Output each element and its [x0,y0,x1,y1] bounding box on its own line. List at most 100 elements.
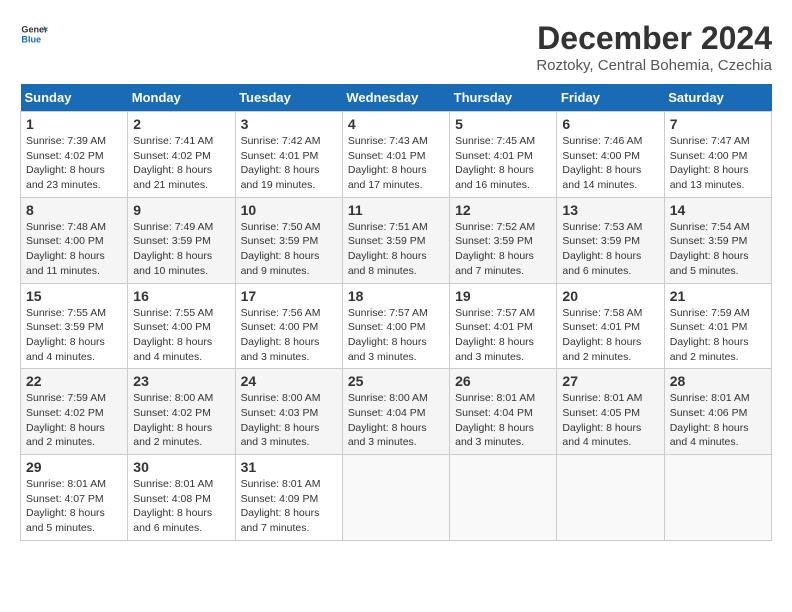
calendar-cell: 20Sunrise: 7:58 AMSunset: 4:01 PMDayligh… [557,283,664,369]
day-detail: Sunrise: 7:57 AMSunset: 4:01 PMDaylight:… [455,307,535,363]
day-number: 24 [241,373,337,389]
calendar-cell: 11 Sunrise: 7:51 AMSunset: 3:59 PMDayligh… [342,197,449,283]
header-tuesday: Tuesday [235,84,342,112]
day-detail: Sunrise: 7:59 AMSunset: 4:01 PMDaylight:… [670,307,750,363]
day-detail: Sunrise: 7:54 AMSunset: 3:59 PMDaylight:… [670,221,750,277]
day-number: 25 [348,373,444,389]
day-detail: Sunrise: 7:58 AMSunset: 4:01 PMDaylight:… [562,307,642,363]
day-detail: Sunrise: 8:01 AMSunset: 4:07 PMDaylight:… [26,478,106,534]
calendar-cell: 13 Sunrise: 7:53 AMSunset: 3:59 PMDayligh… [557,197,664,283]
calendar-table: Sunday Monday Tuesday Wednesday Thursday… [20,84,772,541]
day-detail: Sunrise: 7:48 AMSunset: 4:00 PMDaylight:… [26,221,106,277]
calendar-cell: 9Sunrise: 7:49 AMSunset: 3:59 PMDaylight… [128,197,235,283]
day-detail: Sunrise: 7:51 AMSunset: 3:59 PMDaylight:… [348,221,428,277]
calendar-cell: 5 Sunrise: 7:45 AMSunset: 4:01 PMDaylight… [450,112,557,198]
day-number: 19 [455,288,551,304]
day-number: 26 [455,373,551,389]
day-detail: Sunrise: 7:46 AMSunset: 4:00 PMDaylight:… [562,135,642,191]
day-number: 10 [241,202,337,218]
location-subtitle: Roztoky, Central Bohemia, Czechia [536,57,772,74]
day-detail: Sunrise: 7:55 AMSunset: 4:00 PMDaylight:… [133,307,213,363]
calendar-cell: 19 Sunrise: 7:57 AMSunset: 4:01 PMDayligh… [450,283,557,369]
day-number: 6 [562,116,658,132]
day-detail: Sunrise: 7:53 AMSunset: 3:59 PMDaylight:… [562,221,642,277]
day-detail: Sunrise: 7:55 AMSunset: 3:59 PMDaylight:… [26,307,106,363]
day-detail: Sunrise: 8:01 AMSunset: 4:04 PMDaylight:… [455,392,535,448]
calendar-cell: 7 Sunrise: 7:47 AMSunset: 4:00 PMDaylight… [664,112,771,198]
day-detail: Sunrise: 7:42 AMSunset: 4:01 PMDaylight:… [241,135,321,191]
svg-text:Blue: Blue [21,34,41,44]
calendar-cell: 8Sunrise: 7:48 AMSunset: 4:00 PMDaylight… [21,197,128,283]
header-wednesday: Wednesday [342,84,449,112]
calendar-cell: 3 Sunrise: 7:42 AMSunset: 4:01 PMDaylight… [235,112,342,198]
day-number: 13 [562,202,658,218]
calendar-cell: 27 Sunrise: 8:01 AMSunset: 4:05 PMDayligh… [557,369,664,455]
calendar-cell [664,455,771,541]
day-detail: Sunrise: 8:00 AMSunset: 4:02 PMDaylight:… [133,392,213,448]
day-number: 21 [670,288,766,304]
calendar-cell: 28Sunrise: 8:01 AMSunset: 4:06 PMDayligh… [664,369,771,455]
calendar-cell: 17Sunrise: 7:56 AMSunset: 4:00 PMDayligh… [235,283,342,369]
day-number: 7 [670,116,766,132]
calendar-cell: 4Sunrise: 7:43 AMSunset: 4:01 PMDaylight… [342,112,449,198]
logo-icon: General Blue [20,20,48,48]
calendar-cell: 1Sunrise: 7:39 AMSunset: 4:02 PMDaylight… [21,112,128,198]
day-detail: Sunrise: 8:00 AMSunset: 4:03 PMDaylight:… [241,392,321,448]
day-number: 14 [670,202,766,218]
day-number: 22 [26,373,122,389]
day-number: 16 [133,288,229,304]
logo: General Blue [20,20,48,48]
day-detail: Sunrise: 7:59 AMSunset: 4:02 PMDaylight:… [26,392,106,448]
calendar-week-row: 22 Sunrise: 7:59 AMSunset: 4:02 PMDayligh… [21,369,772,455]
day-number: 5 [455,116,551,132]
calendar-cell: 29 Sunrise: 8:01 AMSunset: 4:07 PMDayligh… [21,455,128,541]
calendar-cell: 31 Sunrise: 8:01 AMSunset: 4:09 PMDayligh… [235,455,342,541]
calendar-cell: 10Sunrise: 7:50 AMSunset: 3:59 PMDayligh… [235,197,342,283]
calendar-cell [557,455,664,541]
day-number: 29 [26,459,122,475]
calendar-cell: 14 Sunrise: 7:54 AMSunset: 3:59 PMDayligh… [664,197,771,283]
header-monday: Monday [128,84,235,112]
day-detail: Sunrise: 7:43 AMSunset: 4:01 PMDaylight:… [348,135,428,191]
header: General Blue December 2024 Roztoky, Cent… [20,20,772,74]
calendar-week-row: 29 Sunrise: 8:01 AMSunset: 4:07 PMDayligh… [21,455,772,541]
calendar-week-row: 1Sunrise: 7:39 AMSunset: 4:02 PMDaylight… [21,112,772,198]
day-number: 18 [348,288,444,304]
weekday-header-row: Sunday Monday Tuesday Wednesday Thursday… [21,84,772,112]
calendar-cell: 25 Sunrise: 8:00 AMSunset: 4:04 PMDayligh… [342,369,449,455]
day-detail: Sunrise: 8:01 AMSunset: 4:05 PMDaylight:… [562,392,642,448]
calendar-week-row: 15 Sunrise: 7:55 AMSunset: 3:59 PMDayligh… [21,283,772,369]
calendar-cell: 30Sunrise: 8:01 AMSunset: 4:08 PMDayligh… [128,455,235,541]
day-number: 2 [133,116,229,132]
calendar-cell: 2 Sunrise: 7:41 AMSunset: 4:02 PMDaylight… [128,112,235,198]
header-saturday: Saturday [664,84,771,112]
day-detail: Sunrise: 8:01 AMSunset: 4:06 PMDaylight:… [670,392,750,448]
day-number: 11 [348,202,444,218]
day-number: 23 [133,373,229,389]
day-number: 31 [241,459,337,475]
day-detail: Sunrise: 8:01 AMSunset: 4:09 PMDaylight:… [241,478,321,534]
calendar-cell: 22 Sunrise: 7:59 AMSunset: 4:02 PMDayligh… [21,369,128,455]
day-detail: Sunrise: 8:00 AMSunset: 4:04 PMDaylight:… [348,392,428,448]
calendar-cell: 23 Sunrise: 8:00 AMSunset: 4:02 PMDayligh… [128,369,235,455]
day-number: 17 [241,288,337,304]
title-area: December 2024 Roztoky, Central Bohemia, … [536,20,772,74]
calendar-cell: 6 Sunrise: 7:46 AMSunset: 4:00 PMDaylight… [557,112,664,198]
day-number: 12 [455,202,551,218]
calendar-cell: 12 Sunrise: 7:52 AMSunset: 3:59 PMDayligh… [450,197,557,283]
calendar-cell [450,455,557,541]
day-detail: Sunrise: 7:57 AMSunset: 4:00 PMDaylight:… [348,307,428,363]
calendar-cell: 18 Sunrise: 7:57 AMSunset: 4:00 PMDayligh… [342,283,449,369]
calendar-cell: 24 Sunrise: 8:00 AMSunset: 4:03 PMDayligh… [235,369,342,455]
day-detail: Sunrise: 7:47 AMSunset: 4:00 PMDaylight:… [670,135,750,191]
day-detail: Sunrise: 7:52 AMSunset: 3:59 PMDaylight:… [455,221,535,277]
calendar-cell [342,455,449,541]
day-number: 3 [241,116,337,132]
day-number: 15 [26,288,122,304]
day-number: 9 [133,202,229,218]
calendar-cell: 15 Sunrise: 7:55 AMSunset: 3:59 PMDayligh… [21,283,128,369]
day-detail: Sunrise: 7:45 AMSunset: 4:01 PMDaylight:… [455,135,535,191]
day-detail: Sunrise: 7:41 AMSunset: 4:02 PMDaylight:… [133,135,213,191]
header-friday: Friday [557,84,664,112]
day-number: 27 [562,373,658,389]
